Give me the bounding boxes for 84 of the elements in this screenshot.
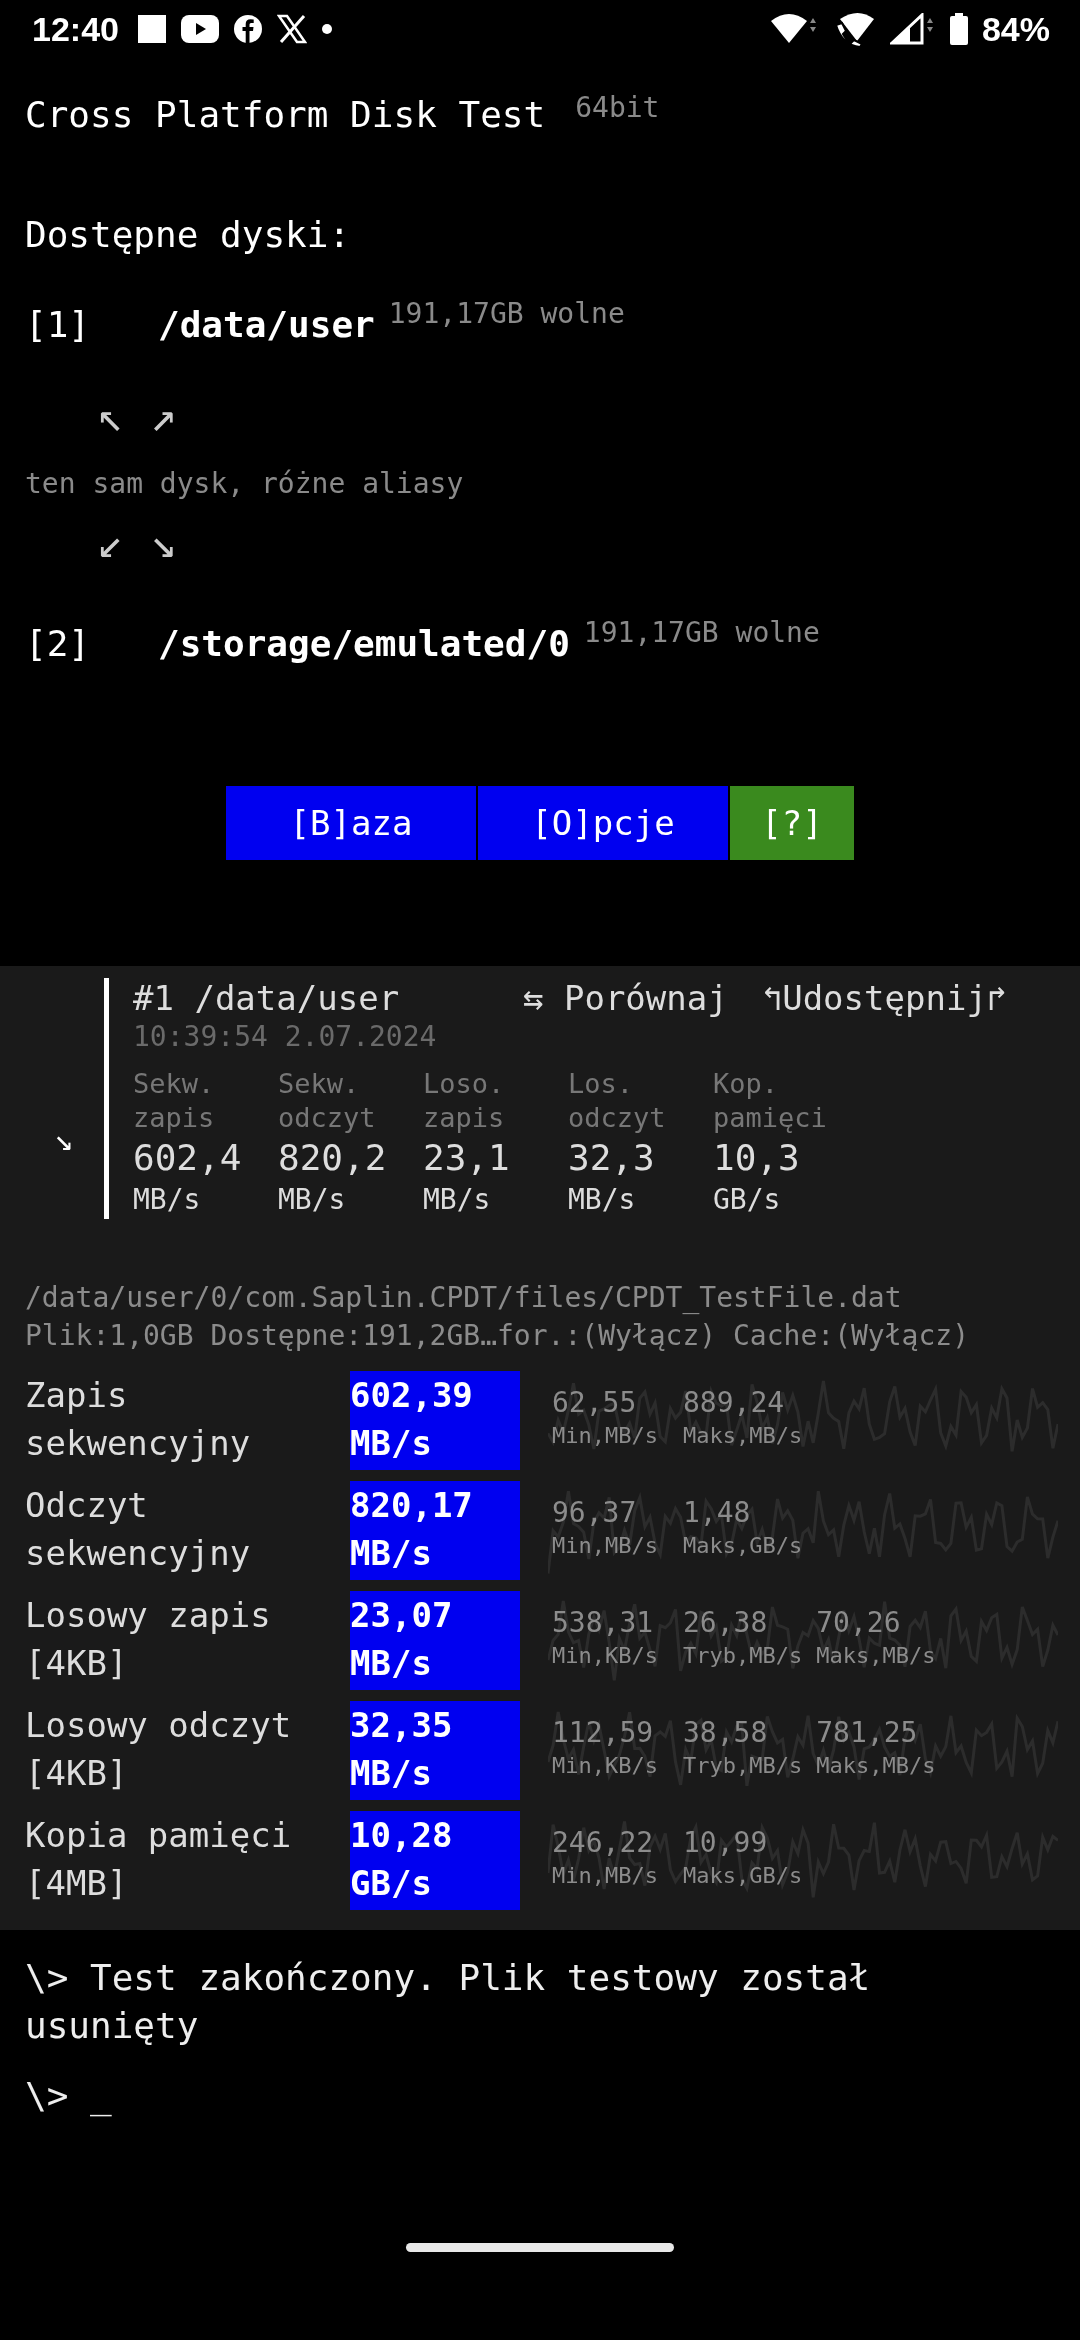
stat-label: Maks,GB/s bbox=[683, 1532, 803, 1560]
stat-label: Min,KB/s bbox=[552, 1752, 659, 1780]
stat-value: 96,37 bbox=[552, 1495, 638, 1531]
battery-percent: 84% bbox=[981, 9, 1050, 49]
test-name: Zapis sekwencyjny bbox=[24, 1374, 252, 1465]
alias-arrows: ↖ ↗ bbox=[96, 391, 178, 441]
stat-value: 246,22 bbox=[552, 1825, 655, 1861]
signal-icon bbox=[889, 13, 936, 45]
file-path: /data/user/0/com.Saplin.CPDT/files/CPDT_TestFile.dat bbox=[24, 1280, 903, 1316]
metric-value: 820,2 bbox=[278, 1136, 388, 1180]
test-result: 602,39 MB/s bbox=[350, 1371, 520, 1470]
stat-label: Min,MB/s bbox=[552, 1422, 659, 1450]
stat-label: Maks,MB/s bbox=[816, 1752, 936, 1780]
app-title: Cross Platform Disk Test bbox=[25, 93, 546, 137]
metric-value: 10,3 bbox=[713, 1136, 801, 1180]
stat-label: Min,KB/s bbox=[552, 1642, 659, 1670]
alias-note: ten sam dysk, różne aliasy bbox=[25, 466, 465, 502]
test-result: 32,35 MB/s bbox=[350, 1701, 520, 1800]
drive-path[interactable]: /storage/emulated/0 bbox=[158, 617, 570, 671]
test-result: 10,28 GB/s bbox=[350, 1811, 520, 1910]
metric-value: 602,4 bbox=[133, 1136, 243, 1180]
square-icon bbox=[136, 14, 167, 44]
console-line: \> Test zakończony. Plik testowy został usunięty bbox=[25, 1956, 872, 2048]
menu-button[interactable]: [B]aza bbox=[226, 786, 476, 860]
cross-icon bbox=[276, 14, 307, 44]
metric-value: 23,1 bbox=[423, 1136, 511, 1180]
stat-label: Min,MB/s bbox=[552, 1532, 659, 1560]
test-name: Kopia pamięci [4MB] bbox=[24, 1814, 293, 1905]
stat-value: 70,26 bbox=[816, 1605, 902, 1641]
test-name: Losowy odczyt [4KB] bbox=[24, 1704, 293, 1795]
drives-heading: Dostępne dyski: bbox=[25, 213, 352, 257]
drive-free-space: 191,17GB wolne bbox=[388, 296, 625, 332]
round-logo-icon bbox=[232, 14, 263, 44]
test-result: 820,17 MB/s bbox=[350, 1481, 520, 1580]
drive-free-space: 191,17GB wolne bbox=[583, 615, 820, 651]
stat-label: Maks,MB/s bbox=[816, 1642, 936, 1670]
stat-label: Maks,MB/s bbox=[683, 1422, 803, 1450]
home-indicator[interactable] bbox=[406, 2243, 674, 2252]
alias-arrows: ↙ ↘ bbox=[96, 517, 178, 567]
result-timestamp: 10:39:54 2.07.2024 bbox=[133, 1020, 438, 1053]
metric-unit: MB/s bbox=[133, 1182, 202, 1218]
metric-unit: MB/s bbox=[278, 1182, 347, 1218]
metric-label: Loso. zapis bbox=[423, 1067, 506, 1135]
test-name: Odczyt sekwencyjny bbox=[24, 1484, 252, 1575]
stat-value: 10,99 bbox=[683, 1825, 769, 1861]
status-time: 12:40 bbox=[32, 9, 119, 49]
metric-label: Sekw. zapis bbox=[133, 1067, 216, 1135]
help-button[interactable]: [?] bbox=[730, 786, 854, 860]
metric-unit: GB/s bbox=[713, 1182, 782, 1218]
battery-icon bbox=[949, 13, 968, 45]
console-line: \> _ bbox=[25, 2074, 113, 2119]
metric-label: Kop. pamięci bbox=[713, 1067, 828, 1135]
stat-value: 781,25 bbox=[816, 1715, 919, 1751]
expand-arrow[interactable]: ↘ bbox=[0, 1119, 104, 1158]
result-title: #1 /data/user bbox=[133, 978, 401, 1018]
menu-button[interactable]: [O]pcje bbox=[478, 786, 728, 860]
file-info: Plik:1,0GB Dostępne:191,2GB…for.:(Wyłącz) Cache:(Wyłącz) bbox=[24, 1318, 970, 1354]
dot-icon bbox=[320, 23, 333, 35]
metric-unit: MB/s bbox=[423, 1182, 492, 1218]
wifi-icon bbox=[769, 13, 818, 45]
test-result: 23,07 MB/s bbox=[350, 1591, 520, 1690]
stat-value: 538,31 bbox=[552, 1605, 655, 1641]
drive-index[interactable]: [2] bbox=[25, 617, 158, 671]
test-name: Losowy zapis [4KB] bbox=[24, 1594, 272, 1685]
stat-label: Tryb,MB/s bbox=[683, 1642, 803, 1670]
stat-value: 112,59 bbox=[552, 1715, 655, 1751]
metric-label: Sekw. odczyt bbox=[278, 1067, 377, 1135]
share-link[interactable]: ↰Udostępnij↱ bbox=[761, 978, 1008, 1018]
stat-value: 26,38 bbox=[683, 1605, 769, 1641]
stat-label: Tryb,MB/s bbox=[683, 1752, 803, 1780]
metric-value: 32,3 bbox=[568, 1136, 656, 1180]
stat-value: 889,24 bbox=[683, 1385, 786, 1421]
drive-path[interactable]: /data/user bbox=[158, 298, 375, 352]
stat-value: 1,48 bbox=[683, 1495, 752, 1531]
drive-index[interactable]: [1] bbox=[25, 298, 158, 352]
stat-value: 38,58 bbox=[683, 1715, 769, 1751]
metric-label: Los. odczyt bbox=[568, 1067, 667, 1135]
play-icon bbox=[180, 15, 219, 43]
arch-label: 64bit bbox=[575, 90, 660, 126]
stat-value: 62,55 bbox=[552, 1385, 638, 1421]
metric-unit: MB/s bbox=[568, 1182, 637, 1218]
stat-label: Min,MB/s bbox=[552, 1862, 659, 1890]
compare-link[interactable]: ⇆ Porównaj bbox=[523, 978, 728, 1018]
stat-label: Maks,GB/s bbox=[683, 1862, 803, 1890]
